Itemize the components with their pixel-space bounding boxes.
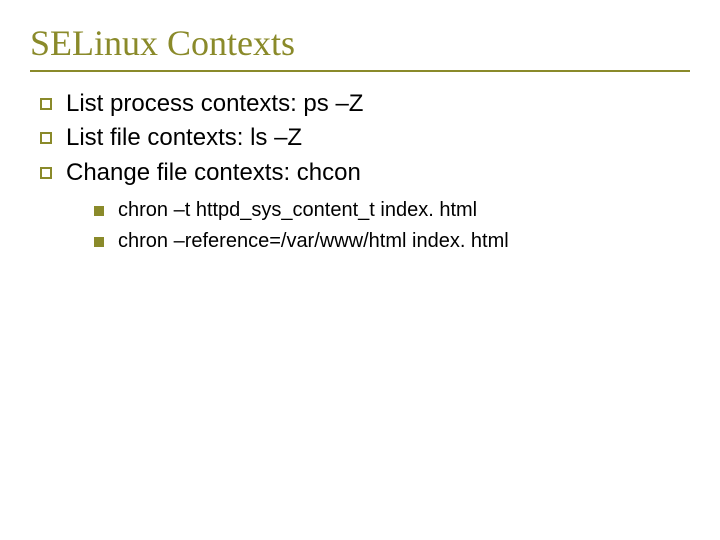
slide-content: List process contexts: ps –Z List file c… [30,88,690,255]
sub-list: chron –t httpd_sys_content_t index. html… [30,197,690,255]
list-item: chron –t httpd_sys_content_t index. html [94,197,690,224]
list-item: List process contexts: ps –Z [40,88,690,120]
bullet-text: Change file contexts: chcon [66,157,361,189]
slide-title: SELinux Contexts [30,22,690,64]
filled-square-icon [94,206,104,216]
title-underline [30,70,690,72]
hollow-square-icon [40,132,52,144]
hollow-square-icon [40,98,52,110]
hollow-square-icon [40,167,52,179]
bullet-text: List process contexts: ps –Z [66,88,363,120]
bullet-text: List file contexts: ls –Z [66,122,302,154]
list-item: List file contexts: ls –Z [40,122,690,154]
slide: SELinux Contexts List process contexts: … [0,0,720,540]
list-item: Change file contexts: chcon [40,157,690,189]
bullet-text: chron –reference=/var/www/html index. ht… [118,228,509,255]
list-item: chron –reference=/var/www/html index. ht… [94,228,690,255]
bullet-text: chron –t httpd_sys_content_t index. html [118,197,477,224]
filled-square-icon [94,237,104,247]
